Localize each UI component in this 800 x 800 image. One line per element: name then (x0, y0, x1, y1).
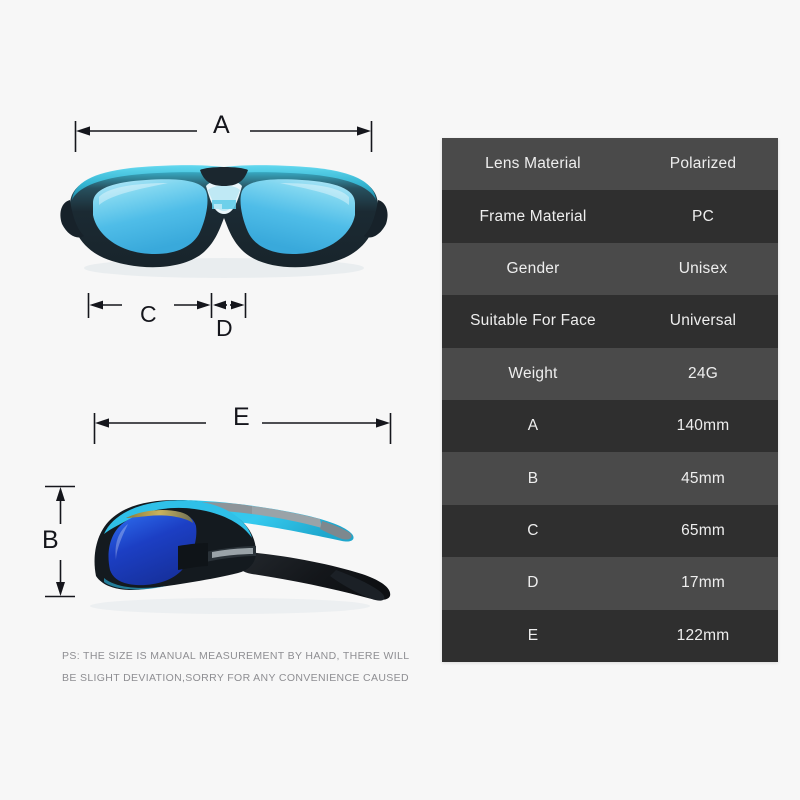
spec-key: Frame Material (479, 207, 587, 225)
spec-key: E (527, 626, 539, 644)
table-row: Gender Unisex (442, 242, 778, 296)
spec-value: 65mm (681, 521, 725, 539)
arrowhead-e-left (95, 418, 109, 428)
sunglasses-side-view (90, 500, 391, 614)
arrowhead-c-right (197, 300, 211, 310)
disclaimer-line-1: PS: THE SIZE IS MANUAL MEASUREMENT BY HA… (62, 650, 410, 662)
spec-value: PC (692, 207, 714, 225)
spec-value: 45mm (681, 469, 725, 487)
table-row: Weight 24G (442, 347, 778, 400)
spec-value: 17mm (681, 574, 725, 592)
table-row: C 65mm (442, 504, 778, 558)
arrowhead-d-right (231, 300, 245, 310)
arrowhead-a-left (76, 126, 90, 136)
table-row: D 17mm (442, 557, 778, 610)
table-row: E 122mm (442, 609, 778, 662)
spec-key: D (527, 574, 539, 592)
spec-key: Weight (508, 364, 558, 382)
table-row: Suitable For Face Universal (442, 295, 778, 348)
disclaimer-line-2: BE SLIGHT DEVIATION,SORRY FOR ANY CONVEN… (62, 672, 409, 684)
spec-value: Unisex (678, 259, 728, 277)
measurement-disclaimer: PS: THE SIZE IS MANUAL MEASUREMENT BY HA… (62, 645, 410, 689)
spec-value: 24G (688, 364, 718, 382)
spec-key: B (527, 469, 539, 487)
dimension-label-c: C (140, 301, 158, 327)
table-row: B 45mm (442, 452, 778, 505)
table-row: Lens Material Polarized (442, 138, 778, 191)
spec-value: Polarized (669, 155, 737, 173)
dimension-label-a: A (213, 111, 231, 139)
size-chart-page: A C D E B PS: THE SIZE IS MANUAL MEASURE… (0, 0, 800, 800)
spec-value: Universal (669, 312, 737, 330)
spec-key: Gender (506, 259, 560, 277)
spec-key: C (527, 521, 539, 539)
arrowhead-d-left (213, 300, 226, 310)
table-row: A 140mm (442, 399, 778, 453)
spec-key: Lens Material (485, 155, 581, 173)
dimension-label-b: B (42, 526, 60, 554)
table-row: Frame Material PC (442, 190, 778, 243)
spec-value: 122mm (676, 626, 730, 644)
arrowhead-c-left (89, 300, 103, 310)
dimension-label-e: E (233, 403, 251, 431)
arrowhead-a-right (357, 126, 371, 136)
specification-table: Lens Material Polarized Frame Material PC Ge… (442, 138, 778, 662)
arrowhead-e-right (376, 418, 390, 428)
spec-key: Suitable For Face (470, 312, 596, 330)
arrowhead-b-bottom (56, 582, 65, 596)
illustration-panel: A C D E B PS: THE SIZE IS MANUAL MEASURE… (0, 0, 440, 800)
spec-value: 140mm (676, 417, 730, 435)
spec-key: A (527, 417, 539, 435)
dimension-label-d: D (216, 315, 234, 341)
sunglasses-front-view (60, 165, 388, 278)
arrowhead-b-top (56, 487, 65, 501)
